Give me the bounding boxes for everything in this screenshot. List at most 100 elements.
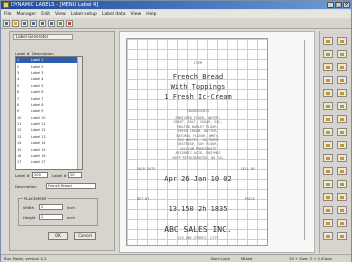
date-value[interactable]: Apr 26 Jan 10 02 [127,175,269,183]
list-item-id: 14 [17,141,22,146]
label-design-area[interactable]: ITEM French Bread With Toppings 1 Fresh … [119,31,315,253]
label-canvas[interactable]: ITEM French Bread With Toppings 1 Fresh … [126,38,268,246]
palette-tool-icon[interactable] [337,232,347,240]
open-icon[interactable] [12,20,19,27]
label-line-3[interactable]: 1 Fresh Ic-Cream [127,93,269,101]
palette-tool-icon[interactable] [323,141,333,149]
ingredient-line: ENRICHED FLOUR, WATER, [175,116,221,120]
palette-tool-icon[interactable] [337,167,347,175]
list-item-id: 2 [17,64,20,69]
list-item-description: Label 10 [31,115,46,120]
palette-tool-icon[interactable] [337,76,347,84]
palette-tool-icon[interactable] [323,89,333,97]
ingredient-line: NATURAL FLAVOR, WHEY, [176,133,220,138]
menu-label-setup[interactable]: Label setup [71,12,97,17]
ok-button[interactable]: OK [48,232,68,240]
palette-tool-icon[interactable] [323,219,333,227]
palette-tool-icon[interactable] [323,180,333,188]
print-icon[interactable] [57,20,64,27]
palette-tool-icon[interactable] [323,167,333,175]
weight-price-value[interactable]: 13.150 2h 1835 [127,205,269,213]
list-item-description: Label 2 [31,64,44,69]
palette-tool-icon[interactable] [323,206,333,214]
toolbar [1,19,351,29]
height-input[interactable]: 2 [39,214,63,220]
label-generator-panel: Label Generator Label # Description 1 Lab… [9,31,115,251]
palette-tool-icon[interactable] [323,154,333,162]
label-line-1[interactable]: French Bread [127,73,269,81]
menu-help[interactable]: Help [146,12,156,17]
menu-label-data[interactable]: Label data [102,12,126,17]
palette-tool-icon[interactable] [337,102,347,110]
menu-view-2[interactable]: View [131,12,142,17]
palette-tool-icon[interactable] [337,206,347,214]
palette-tool-icon[interactable] [323,76,333,84]
list-item-id: 15 [17,147,22,152]
menu-file[interactable]: File [4,12,12,17]
palette-tool-icon[interactable] [323,193,333,201]
description-input[interactable]: French Bread [46,183,96,189]
company-name[interactable]: ABC SALES INC. [127,225,269,234]
palette-tool-icon[interactable] [323,50,333,58]
list-item-id: 11 [17,122,22,127]
save-icon[interactable] [21,20,28,27]
company-address[interactable]: 123 ANY STREET, CITY [127,236,269,240]
list-item-description: Label 12 [31,128,46,133]
menu-bar: File Manager Edit View Label setup Label… [1,10,351,18]
palette-tool-icon[interactable] [337,141,347,149]
vertical-ruler [304,40,310,240]
list-item-description: Label 17 [31,160,46,165]
list-item-description: Label 1 [31,58,44,63]
list-item-id: 12 [17,128,22,133]
palette-tool-icon[interactable] [337,128,347,136]
ingredient-line: EGG WHITES, CULTURED [177,138,219,142]
label-line-2[interactable]: With Toppings [127,83,269,91]
cut-icon[interactable] [30,20,37,27]
copy-icon[interactable] [39,20,46,27]
list-item-description: Label 5 [31,83,44,88]
width-input[interactable]: 2 [39,204,63,210]
maximize-button[interactable]: □ [335,2,342,8]
list-item-description: Label 8 [31,102,44,107]
palette-tool-icon[interactable] [323,37,333,45]
palette-tool-icon[interactable] [323,115,333,123]
menu-view[interactable]: View [55,12,66,17]
label-list[interactable]: 1 Label 1 2 Label 2 3 Label 3 4 Label 4 5 Label 5… [15,56,83,170]
label-from-input[interactable]: 200 [32,172,48,178]
list-item[interactable]: 17 Label 17 [16,159,82,165]
palette-tool-icon[interactable] [337,115,347,123]
list-item-id: 3 [17,70,20,75]
list-item-description: Label 13 [31,134,46,139]
list-item-id: 9 [17,109,20,114]
menu-manager[interactable]: Manager [17,12,37,17]
palette-tool-icon[interactable] [323,63,333,71]
new-icon[interactable] [3,20,10,27]
palette-tool-icon[interactable] [323,232,333,240]
list-item-id: 8 [17,102,20,107]
placement-group: PLACEMENT Width 2 inch Height 2 inch [18,196,98,226]
palette-tool-icon[interactable] [337,89,347,97]
ingredient-line: YEAST, SALT, SUGAR, OIL, [173,120,223,125]
cancel-button[interactable]: Cancel [74,232,96,240]
palette-tool-icon[interactable] [323,128,333,136]
list-item-id: 4 [17,77,20,82]
palette-tool-icon[interactable] [337,193,347,201]
delete-icon[interactable] [66,20,73,27]
palette-tool-icon[interactable] [337,37,347,45]
menu-edit[interactable]: Edit [41,12,50,17]
application-window: DYNAMIC LABELS - [MENU Label 4] _ □ × Fi… [0,0,352,262]
list-item-id: 16 [17,154,22,159]
ingredient-line: KEEP REFRIGERATED, NO CAL [172,155,224,160]
palette-tool-icon[interactable] [337,50,347,58]
palette-tool-icon[interactable] [337,219,347,227]
list-scrollbar[interactable] [77,57,82,169]
minimize-button[interactable]: _ [327,2,334,8]
title-bar: DYNAMIC LABELS - [MENU Label 4] _ □ × [1,1,351,9]
palette-tool-icon[interactable] [337,154,347,162]
palette-tool-icon[interactable] [337,180,347,188]
palette-tool-icon[interactable] [337,63,347,71]
paste-icon[interactable] [48,20,55,27]
palette-tool-icon[interactable] [323,102,333,110]
label-to-input[interactable]: 20 [68,172,82,178]
close-button[interactable]: × [343,2,350,8]
